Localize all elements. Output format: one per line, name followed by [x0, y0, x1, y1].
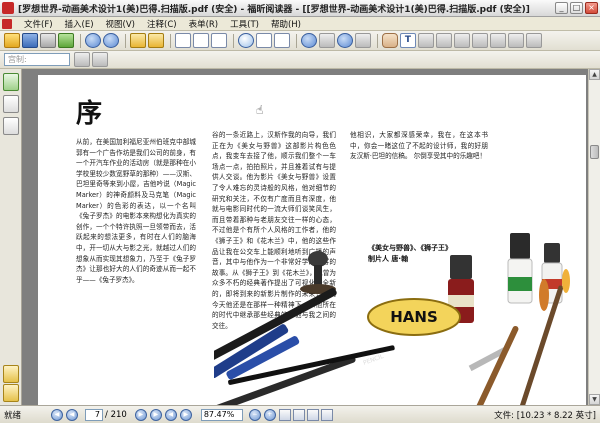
secondary-toolbar: 宫制: [0, 51, 600, 69]
layers-icon[interactable] [2, 117, 19, 135]
document-viewport[interactable]: 序 ☝ 从前，在美国加利福尼亚州伯班克中部城郭有一个广告作坊是我们公司的前身，有… [22, 69, 588, 405]
single-page-view-icon[interactable] [278, 408, 291, 421]
zoom-out-icon[interactable] [301, 33, 317, 48]
single-page-icon[interactable] [175, 33, 191, 48]
scroll-down-icon[interactable]: ▼ [589, 394, 600, 405]
zoom-icon[interactable] [238, 33, 254, 48]
go-forward-button[interactable]: ▶ [179, 408, 192, 421]
page-number-input[interactable]: 7 [85, 408, 104, 421]
menu-bar: 文件(F) 插入(E) 视图(V) 注释(C) 表单(R) 工具(T) 帮助(H… [0, 17, 600, 31]
menu-tools[interactable]: 工具(T) [224, 18, 265, 30]
zoom-out-button[interactable]: − [248, 408, 261, 421]
title-bar: [罗想世界-动画美术设计1(美)巴得.扫描版.pdf (安全) - 福昕阅读器 … [0, 0, 600, 17]
menu-help[interactable]: 帮助(H) [265, 18, 307, 30]
window-title: [罗想世界-动画美术设计1(美)巴得.扫描版.pdf (安全) - 福昕阅读器 … [18, 4, 530, 15]
format-icon[interactable] [92, 52, 108, 67]
first-page-icon[interactable] [85, 33, 101, 48]
fit-page-icon[interactable] [256, 33, 272, 48]
previous-page-button[interactable]: ◀ [66, 408, 79, 421]
menu-comment[interactable]: 注释(C) [141, 18, 183, 30]
paintbrush-icon [464, 279, 549, 405]
last-page-button[interactable]: ▶ [149, 408, 162, 421]
continuous-page-icon[interactable] [193, 33, 209, 48]
print-icon[interactable] [40, 33, 56, 48]
font-select[interactable]: 宫制: [4, 53, 70, 66]
scroll-up-icon[interactable]: ▲ [589, 69, 600, 80]
badge-text: HANS [390, 308, 438, 326]
email-icon[interactable] [58, 33, 74, 48]
status-bar: 就绪 ◀ ◀ 7 / 210 ▶ ▶ ◀ ▶ 87.47% − + 文件: [1… [0, 405, 600, 423]
facing-page-icon[interactable] [211, 33, 227, 48]
menu-form[interactable]: 表单(R) [183, 18, 225, 30]
zoom-in-button[interactable]: + [263, 408, 276, 421]
bookmarks-icon[interactable] [2, 73, 19, 91]
save-icon[interactable] [22, 33, 38, 48]
paint-bottle-icon [507, 233, 533, 304]
select-text-icon[interactable]: T [400, 33, 416, 48]
toolbar-separator [296, 33, 297, 48]
go-back-button[interactable]: ◀ [164, 408, 177, 421]
hand-cursor-icon: ☝ [256, 103, 264, 117]
open-folder-icon[interactable] [4, 33, 20, 48]
main-toolbar: T [0, 31, 600, 51]
hans-badge-icon: HANS [367, 298, 461, 336]
toolbar-separator [125, 33, 126, 48]
text-column-1: 从前，在美国加利福尼亚州伯班克中部城郭有一个广告作坊是我们公司的前身，有一个开汽… [76, 138, 196, 284]
menu-insert[interactable]: 插入(E) [59, 18, 100, 30]
page-heading: 序 [76, 99, 103, 129]
typewriter-icon[interactable] [436, 33, 452, 48]
menu-file[interactable]: 文件(F) [18, 18, 59, 30]
first-page-button[interactable]: ◀ [51, 408, 64, 421]
continuous-view-icon[interactable] [292, 408, 305, 421]
menu-view[interactable]: 视图(V) [100, 18, 141, 30]
hand-tool-icon[interactable] [382, 33, 398, 48]
toolbar-separator [233, 33, 234, 48]
snapshot-icon[interactable] [418, 33, 434, 48]
highlight-icon[interactable] [472, 33, 488, 48]
toolbar-separator [377, 33, 378, 48]
format-icon[interactable] [74, 52, 90, 67]
toolbar-separator [170, 33, 171, 48]
sculpture-icon [300, 251, 336, 294]
zoom-dropdown-icon[interactable] [319, 33, 335, 48]
fit-width-icon[interactable] [274, 33, 290, 48]
foxit-app-icon [2, 2, 14, 14]
vertical-scrollbar[interactable]: ▲ ▼ [588, 69, 600, 405]
pencil-icon[interactable] [490, 33, 506, 48]
zoom-level-input[interactable]: 87.47% [200, 408, 243, 421]
document-menu-icon[interactable] [2, 18, 12, 29]
facing-view-icon[interactable] [306, 408, 319, 421]
status-ready: 就绪 [4, 410, 22, 421]
continuous-facing-view-icon[interactable] [320, 408, 333, 421]
navigation-panel [0, 69, 22, 405]
scrollbar-thumb[interactable] [590, 145, 599, 159]
go-back-icon[interactable] [130, 33, 146, 48]
document-size: 文件: [10.23 * 8.22 英寸] [494, 410, 596, 421]
note-icon[interactable] [454, 33, 470, 48]
maximize-button[interactable]: □ [570, 2, 583, 14]
attachments-icon[interactable] [3, 365, 19, 383]
go-forward-icon[interactable] [148, 33, 164, 48]
page-total: / 210 [105, 409, 127, 420]
minimize-button[interactable]: _ [555, 2, 568, 14]
stamp-icon[interactable] [526, 33, 542, 48]
pages-icon[interactable] [2, 95, 19, 113]
text-column-3-ending: 尔倒享受其中的乐趣吧！ [413, 152, 487, 161]
close-button[interactable]: × [585, 2, 598, 14]
zoom-in-icon[interactable] [337, 33, 353, 48]
rotate-icon[interactable] [355, 33, 371, 48]
art-supplies-illustration: HANS PENCIL [214, 233, 570, 405]
next-page-button[interactable]: ▶ [134, 408, 147, 421]
shapes-icon[interactable] [508, 33, 524, 48]
text-column-3: 他相识，大家都深感荣幸，我在，在这本书中，你会一睹这位了不起的设计师，我的好朋友… [350, 130, 488, 162]
pdf-page: 序 ☝ 从前，在美国加利福尼亚州伯班克中部城郭有一个广告作坊是我们公司的前身，有… [38, 75, 586, 405]
toolbar-separator [80, 33, 81, 48]
previous-page-icon[interactable] [103, 33, 119, 48]
comments-icon[interactable] [3, 384, 19, 402]
